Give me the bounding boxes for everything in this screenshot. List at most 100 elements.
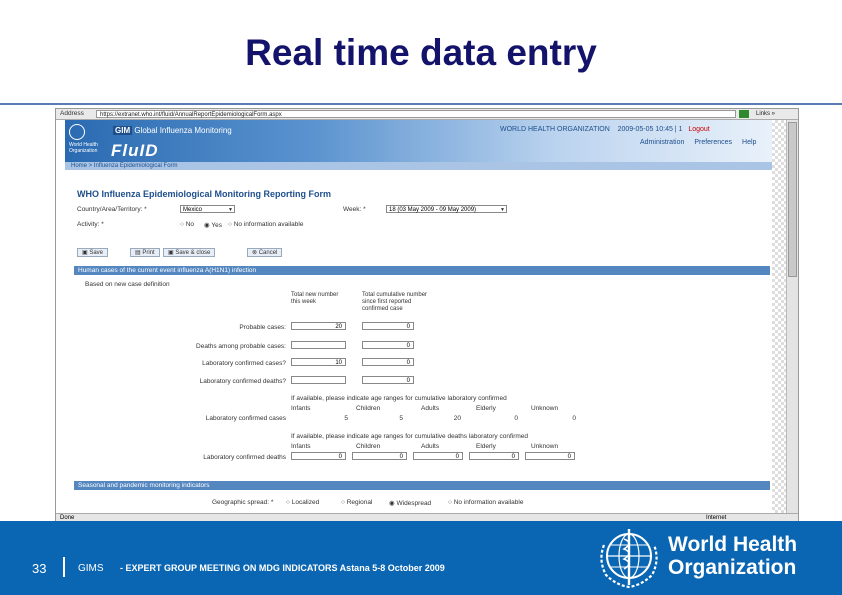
deaths-header-adults: Adults: [421, 443, 440, 450]
lab-deaths-week-input[interactable]: [291, 376, 346, 384]
print-button[interactable]: ▤ Print: [130, 248, 160, 257]
header-links: Administration Preferences Help: [640, 139, 764, 146]
spread-radio-widespread[interactable]: ◉ Widespread: [389, 499, 431, 507]
breadcrumb[interactable]: Home > Influenza Epidemiological Form: [65, 162, 772, 170]
spread-localized-label: Localized: [291, 499, 320, 506]
deaths-adults-input[interactable]: 0: [413, 452, 463, 460]
footer-org: GIMS: [78, 563, 104, 574]
slide-title: Real time data entry: [245, 32, 597, 73]
title-rule: [0, 103, 842, 105]
deaths-header-elderly: Elderly: [476, 443, 496, 450]
org-name: WORLD HEALTH ORGANIZATION: [500, 126, 610, 133]
spread-radio-noinfo[interactable]: ○ No information available: [448, 499, 523, 506]
cases-adults-value[interactable]: 20: [441, 415, 461, 422]
cancel-icon: ⊗: [252, 250, 259, 256]
lab-confirmed-total-input[interactable]: 0: [362, 358, 414, 366]
probable-week-input[interactable]: 20: [291, 322, 346, 330]
activity-label: Activity: *: [77, 221, 104, 228]
admin-link[interactable]: Administration: [640, 139, 684, 146]
cases-elderly-value[interactable]: 0: [498, 415, 518, 422]
col-header-cumulative: Total cumulative number since first repo…: [362, 292, 428, 312]
activity-no-label: No: [185, 221, 195, 228]
cancel-button[interactable]: ⊗ Cancel: [247, 248, 283, 257]
col-header-week: Total new number this week: [291, 292, 339, 305]
who-name-line1: World Health: [668, 533, 798, 556]
section-header-seasonal: Seasonal and pandemic monitoring indicat…: [74, 481, 770, 490]
product-name: FluID: [111, 141, 159, 160]
screenshot-window: Address https://extranet.who.int/fluid/A…: [55, 108, 799, 523]
deaths-age-note: If available, please indicate age ranges…: [291, 433, 529, 440]
lab-confirmed-deaths-label: Laboratory confirmed deaths: [203, 454, 286, 461]
activity-radio-yes[interactable]: ◉ Yes: [204, 221, 222, 229]
new-definition-link[interactable]: Based on new case definition: [85, 281, 170, 288]
age-header-elderly: Elderly: [476, 405, 496, 412]
save-button[interactable]: ▣ Save: [77, 248, 109, 257]
app-banner: World Health Organization GIM Global Inf…: [65, 120, 772, 162]
help-link[interactable]: Help: [742, 139, 756, 146]
deaths-infants-input[interactable]: 0: [291, 452, 346, 460]
spread-regional-label: Regional: [346, 499, 373, 506]
go-icon[interactable]: [739, 110, 749, 118]
activity-radio-no[interactable]: ○ No: [180, 221, 194, 228]
activity-noinfo-label: No information available: [233, 221, 304, 228]
deaths-children-input[interactable]: 0: [352, 452, 407, 460]
lab-confirmed-week-input[interactable]: 10: [291, 358, 346, 366]
age-header-unknown: Unknown: [531, 405, 559, 412]
slide-footer: 33 GIMS - EXPERT GROUP MEETING ON MDG IN…: [0, 521, 842, 595]
address-label: Address: [60, 110, 84, 117]
page-number: 33: [32, 561, 47, 576]
footer-meeting: - EXPERT GROUP MEETING ON MDG INDICATORS…: [120, 563, 445, 573]
vertical-scrollbar[interactable]: [786, 120, 798, 513]
cases-infants-value[interactable]: 5: [328, 415, 348, 422]
activity-yes-label: Yes: [211, 222, 222, 229]
save-close-button[interactable]: ▣ Save & close: [163, 248, 216, 257]
age-header-adults: Adults: [421, 405, 440, 412]
gim-badge: GIM: [113, 126, 133, 135]
deaths-header-infants: Infants: [291, 443, 311, 450]
deaths-probable-total-input[interactable]: 0: [362, 341, 414, 349]
lab-deaths-total-input[interactable]: 0: [362, 376, 414, 384]
scrollbar-thumb[interactable]: [788, 122, 797, 277]
activity-radio-noinfo[interactable]: ○ No information available: [228, 221, 303, 228]
logout-link[interactable]: Logout: [688, 126, 709, 133]
who-name-line2: Organization: [668, 556, 797, 579]
age-header-children: Children: [356, 405, 381, 412]
row-probable-label: Probable cases:: [239, 324, 286, 331]
url-field[interactable]: https://extranet.who.int/fluid/AnnualRep…: [96, 110, 736, 118]
who-logo-small[interactable]: World Health Organization: [69, 124, 99, 156]
deaths-probable-week-input[interactable]: [291, 341, 346, 349]
deaths-elderly-input[interactable]: 0: [469, 452, 519, 460]
save-close-label: Save & close: [175, 250, 211, 256]
gim-full: Global Influenza Monitoring: [134, 126, 232, 135]
who-wordmark: World Health Organization: [668, 533, 797, 579]
cancel-label: Cancel: [258, 250, 278, 256]
row-lab-confirmed-label: Laboratory confirmed cases?: [202, 360, 286, 367]
who-emblem-icon: [600, 529, 658, 589]
country-select[interactable]: Mexico: [180, 205, 235, 214]
spread-radio-localized[interactable]: ○ Localized: [286, 499, 319, 506]
org-header: WORLD HEALTH ORGANIZATION 2009-05-05 10:…: [500, 126, 710, 133]
preferences-link[interactable]: Preferences: [694, 139, 732, 146]
row-deaths-probable-label: Deaths among probable cases:: [196, 343, 286, 350]
week-label: Week: *: [343, 206, 366, 213]
probable-total-input[interactable]: 0: [362, 322, 414, 330]
country-label: Country/Area/Territory: *: [77, 206, 147, 213]
links-label[interactable]: Links »: [756, 109, 775, 119]
week-select[interactable]: 18 (03 May 2009 - 09 May 2009): [386, 205, 507, 214]
cases-children-value[interactable]: 5: [383, 415, 403, 422]
user-info: 2009-05-05 10:45 | 1: [617, 126, 683, 133]
deaths-header-children: Children: [356, 443, 381, 450]
address-bar: Address https://extranet.who.int/fluid/A…: [56, 109, 798, 120]
cases-unknown-value[interactable]: 0: [556, 415, 576, 422]
age-header-infants: Infants: [291, 405, 311, 412]
globe-icon: [69, 124, 85, 140]
print-label: Print: [142, 250, 155, 256]
form-title: WHO Influenza Epidemiological Monitoring…: [77, 189, 331, 199]
spread-label: Geographic spread: *: [212, 499, 274, 506]
deaths-unknown-input[interactable]: 0: [525, 452, 575, 460]
footer-separator: [63, 557, 65, 577]
spread-radio-regional[interactable]: ○ Regional: [341, 499, 372, 506]
gim-label: GIM Global Influenza Monitoring: [113, 126, 232, 135]
logo-text: World Health Organization: [69, 142, 98, 154]
deaths-header-unknown: Unknown: [531, 443, 559, 450]
